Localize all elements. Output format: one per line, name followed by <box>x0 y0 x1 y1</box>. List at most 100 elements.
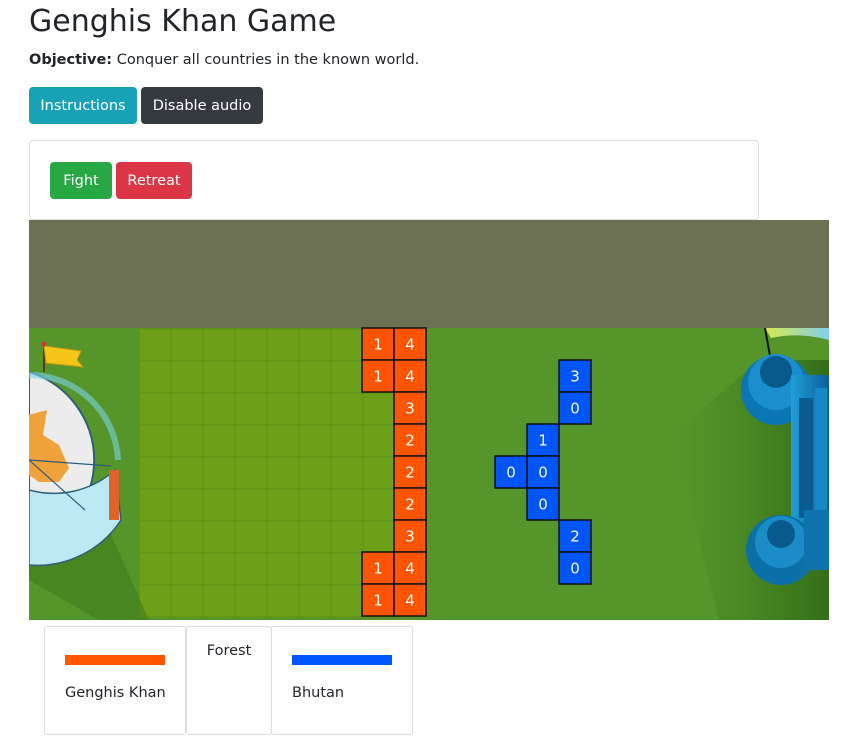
forest-cell <box>138 424 172 458</box>
forest-cell <box>266 424 300 458</box>
forest-cell <box>138 360 172 394</box>
enemy-cell-value: 2 <box>570 528 580 546</box>
objective: Objective: Conquer all countries in the … <box>29 50 419 70</box>
page-title: Genghis Khan Game <box>29 4 337 39</box>
forest-cell <box>298 584 332 618</box>
forest-cell <box>170 424 204 458</box>
forest-cell <box>234 424 268 458</box>
player-cell-value: 1 <box>373 336 383 354</box>
forest-cell <box>234 488 268 522</box>
player-cell-value: 3 <box>405 400 415 418</box>
forest-cell <box>330 552 364 586</box>
enemy-cell-value: 0 <box>570 400 580 418</box>
forest-cell <box>234 520 268 554</box>
forest-cell <box>170 584 204 618</box>
forest-cell <box>170 360 204 394</box>
forest-cell <box>362 456 396 490</box>
battlefield[interactable]: 1 1 1 1 4 4 3 2 2 2 3 4 4 0 1 0 0 3 0 2 0 <box>29 220 829 620</box>
enemy-name: Bhutan <box>292 685 345 701</box>
forest-cell <box>234 456 268 490</box>
forest-cell <box>138 392 172 426</box>
forest-cell <box>330 328 364 362</box>
legend-forest: Forest <box>186 626 272 735</box>
player-cell-value: 2 <box>405 496 415 514</box>
forest-cell <box>330 520 364 554</box>
player-cell-value: 1 <box>373 368 383 386</box>
forest-cell <box>202 424 236 458</box>
forest-cell <box>298 520 332 554</box>
forest-cell <box>266 488 300 522</box>
forest-cell <box>362 520 396 554</box>
forest-cell <box>170 392 204 426</box>
forest-cell <box>298 488 332 522</box>
forest-cell <box>298 424 332 458</box>
forest-cell <box>138 488 172 522</box>
forest-territory <box>138 328 396 618</box>
player-name: Genghis Khan <box>65 685 166 701</box>
game-board[interactable]: 1 1 1 1 4 4 3 2 2 2 3 4 4 0 1 0 0 3 0 2 0 <box>29 220 829 620</box>
forest-cell <box>170 456 204 490</box>
forest-cell <box>362 392 396 426</box>
forest-cell <box>298 552 332 586</box>
forest-cell <box>202 392 236 426</box>
retreat-button[interactable]: Retreat <box>116 162 192 199</box>
player-cell-value: 1 <box>373 592 383 610</box>
enemy-cell-value: 0 <box>570 560 580 578</box>
player-cell-value: 2 <box>405 432 415 450</box>
disable-audio-button[interactable]: Disable audio <box>141 87 263 124</box>
legend-player: Genghis Khan <box>44 626 186 735</box>
sky <box>29 220 829 328</box>
player-cell-value: 4 <box>405 368 415 386</box>
forest-cell <box>330 424 364 458</box>
forest-cell <box>266 328 300 362</box>
forest-cell <box>298 456 332 490</box>
forest-cell <box>330 392 364 426</box>
forest-cell <box>170 520 204 554</box>
objective-text: Conquer all countries in the known world… <box>116 52 420 68</box>
forest-cell <box>170 552 204 586</box>
forest-cell <box>362 488 396 522</box>
forest-cell <box>330 456 364 490</box>
forest-cell <box>138 520 172 554</box>
forest-cell <box>266 456 300 490</box>
player-cell-value: 3 <box>405 528 415 546</box>
player-cell-value: 4 <box>405 592 415 610</box>
forest-cell <box>138 552 172 586</box>
forest-cell <box>202 488 236 522</box>
legend-enemy: Bhutan <box>271 626 413 735</box>
forest-cell <box>234 552 268 586</box>
forest-cell <box>298 360 332 394</box>
forest-cell <box>330 360 364 394</box>
forest-cell <box>362 424 396 458</box>
forest-cell <box>298 328 332 362</box>
enemy-cell-value: 0 <box>538 496 548 514</box>
forest-cell <box>170 488 204 522</box>
enemy-color-swatch <box>292 655 392 665</box>
forest-cell <box>234 328 268 362</box>
forest-cell <box>202 456 236 490</box>
player-color-swatch <box>65 655 165 665</box>
forest-cell <box>202 328 236 362</box>
forest-cell <box>298 392 332 426</box>
player-cell-value: 1 <box>373 560 383 578</box>
enemy-cell-value: 0 <box>538 464 548 482</box>
player-cell-value: 2 <box>405 464 415 482</box>
forest-cell <box>266 360 300 394</box>
instructions-button[interactable]: Instructions <box>29 87 137 124</box>
forest-name: Forest <box>206 643 252 659</box>
player-cell-value: 4 <box>405 336 415 354</box>
forest-cell <box>234 392 268 426</box>
fight-button[interactable]: Fight <box>50 162 112 199</box>
forest-cell <box>170 328 204 362</box>
enemy-cell-value: 0 <box>506 464 516 482</box>
forest-cell <box>266 520 300 554</box>
forest-cell <box>266 552 300 586</box>
forest-cell <box>266 392 300 426</box>
forest-cell <box>330 584 364 618</box>
forest-cell <box>234 584 268 618</box>
forest-cell <box>202 584 236 618</box>
forest-cell <box>266 584 300 618</box>
forest-cell <box>138 328 172 362</box>
forest-cell <box>202 520 236 554</box>
objective-label: Objective: <box>29 52 113 68</box>
